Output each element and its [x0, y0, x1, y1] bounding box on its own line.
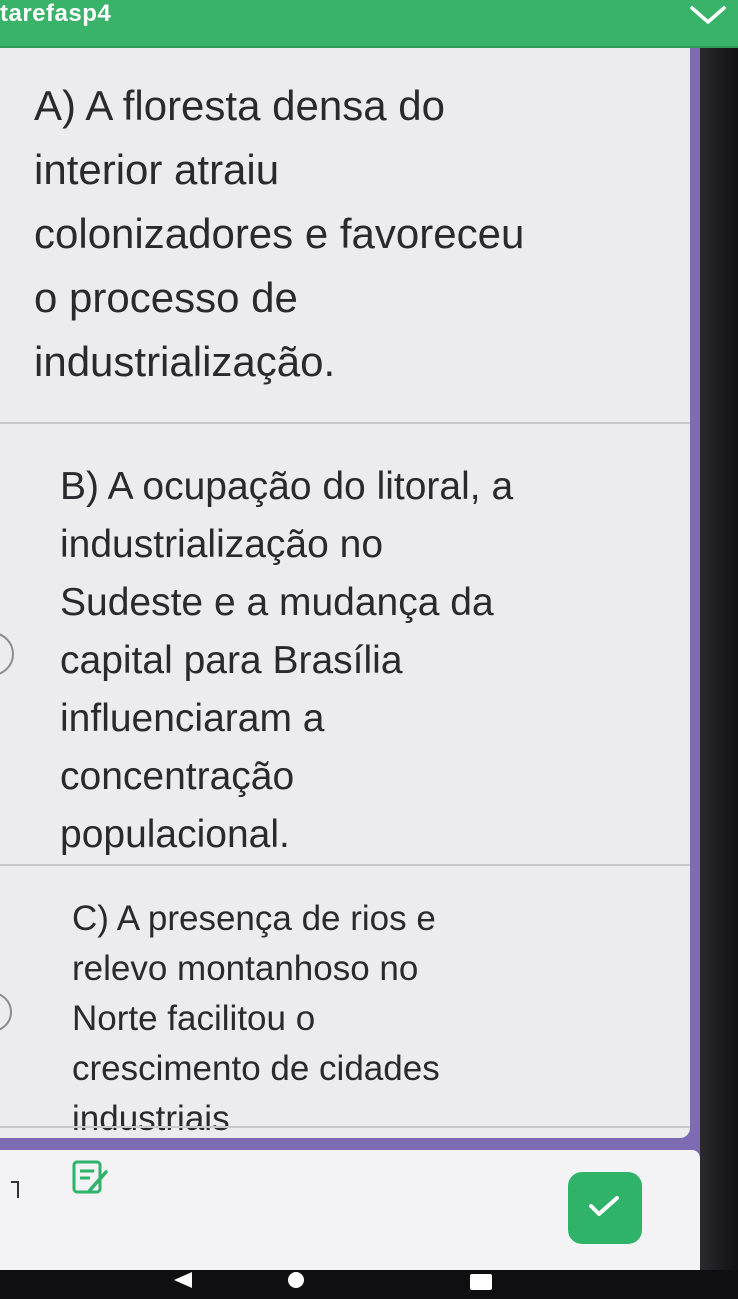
divider	[0, 1126, 690, 1128]
bottom-toolbar	[0, 1150, 700, 1270]
radio-button-c[interactable]	[0, 992, 12, 1032]
app-title: tarefasp4	[0, 0, 112, 27]
screen: A) A floresta densa do interior atraiu c…	[0, 0, 738, 1299]
answer-option-a-text: A) A floresta densa do interior atraiu c…	[34, 82, 525, 385]
home-icon[interactable]	[288, 1272, 304, 1288]
question-card: A) A floresta densa do interior atraiu c…	[0, 46, 690, 1138]
radio-button-b[interactable]	[0, 632, 14, 676]
confirm-button[interactable]	[568, 1172, 642, 1244]
header-bar: tarefasp4	[0, 0, 738, 48]
device-bezel	[698, 0, 738, 1299]
answer-option-c-text: C) A presença de rios e relevo montanhos…	[72, 899, 440, 1138]
chevron-down-icon[interactable]	[688, 4, 728, 28]
system-nav-bar	[0, 1270, 738, 1299]
check-icon	[589, 1196, 619, 1216]
back-icon[interactable]	[170, 1270, 194, 1290]
answer-option-b-text: B) A ocupação do litoral, a industrializ…	[60, 465, 514, 856]
divider	[0, 864, 690, 866]
recent-apps-icon[interactable]	[470, 1274, 492, 1290]
notes-icon[interactable]	[70, 1158, 110, 1198]
divider	[0, 422, 690, 424]
edge-mark-icon	[11, 1181, 19, 1198]
